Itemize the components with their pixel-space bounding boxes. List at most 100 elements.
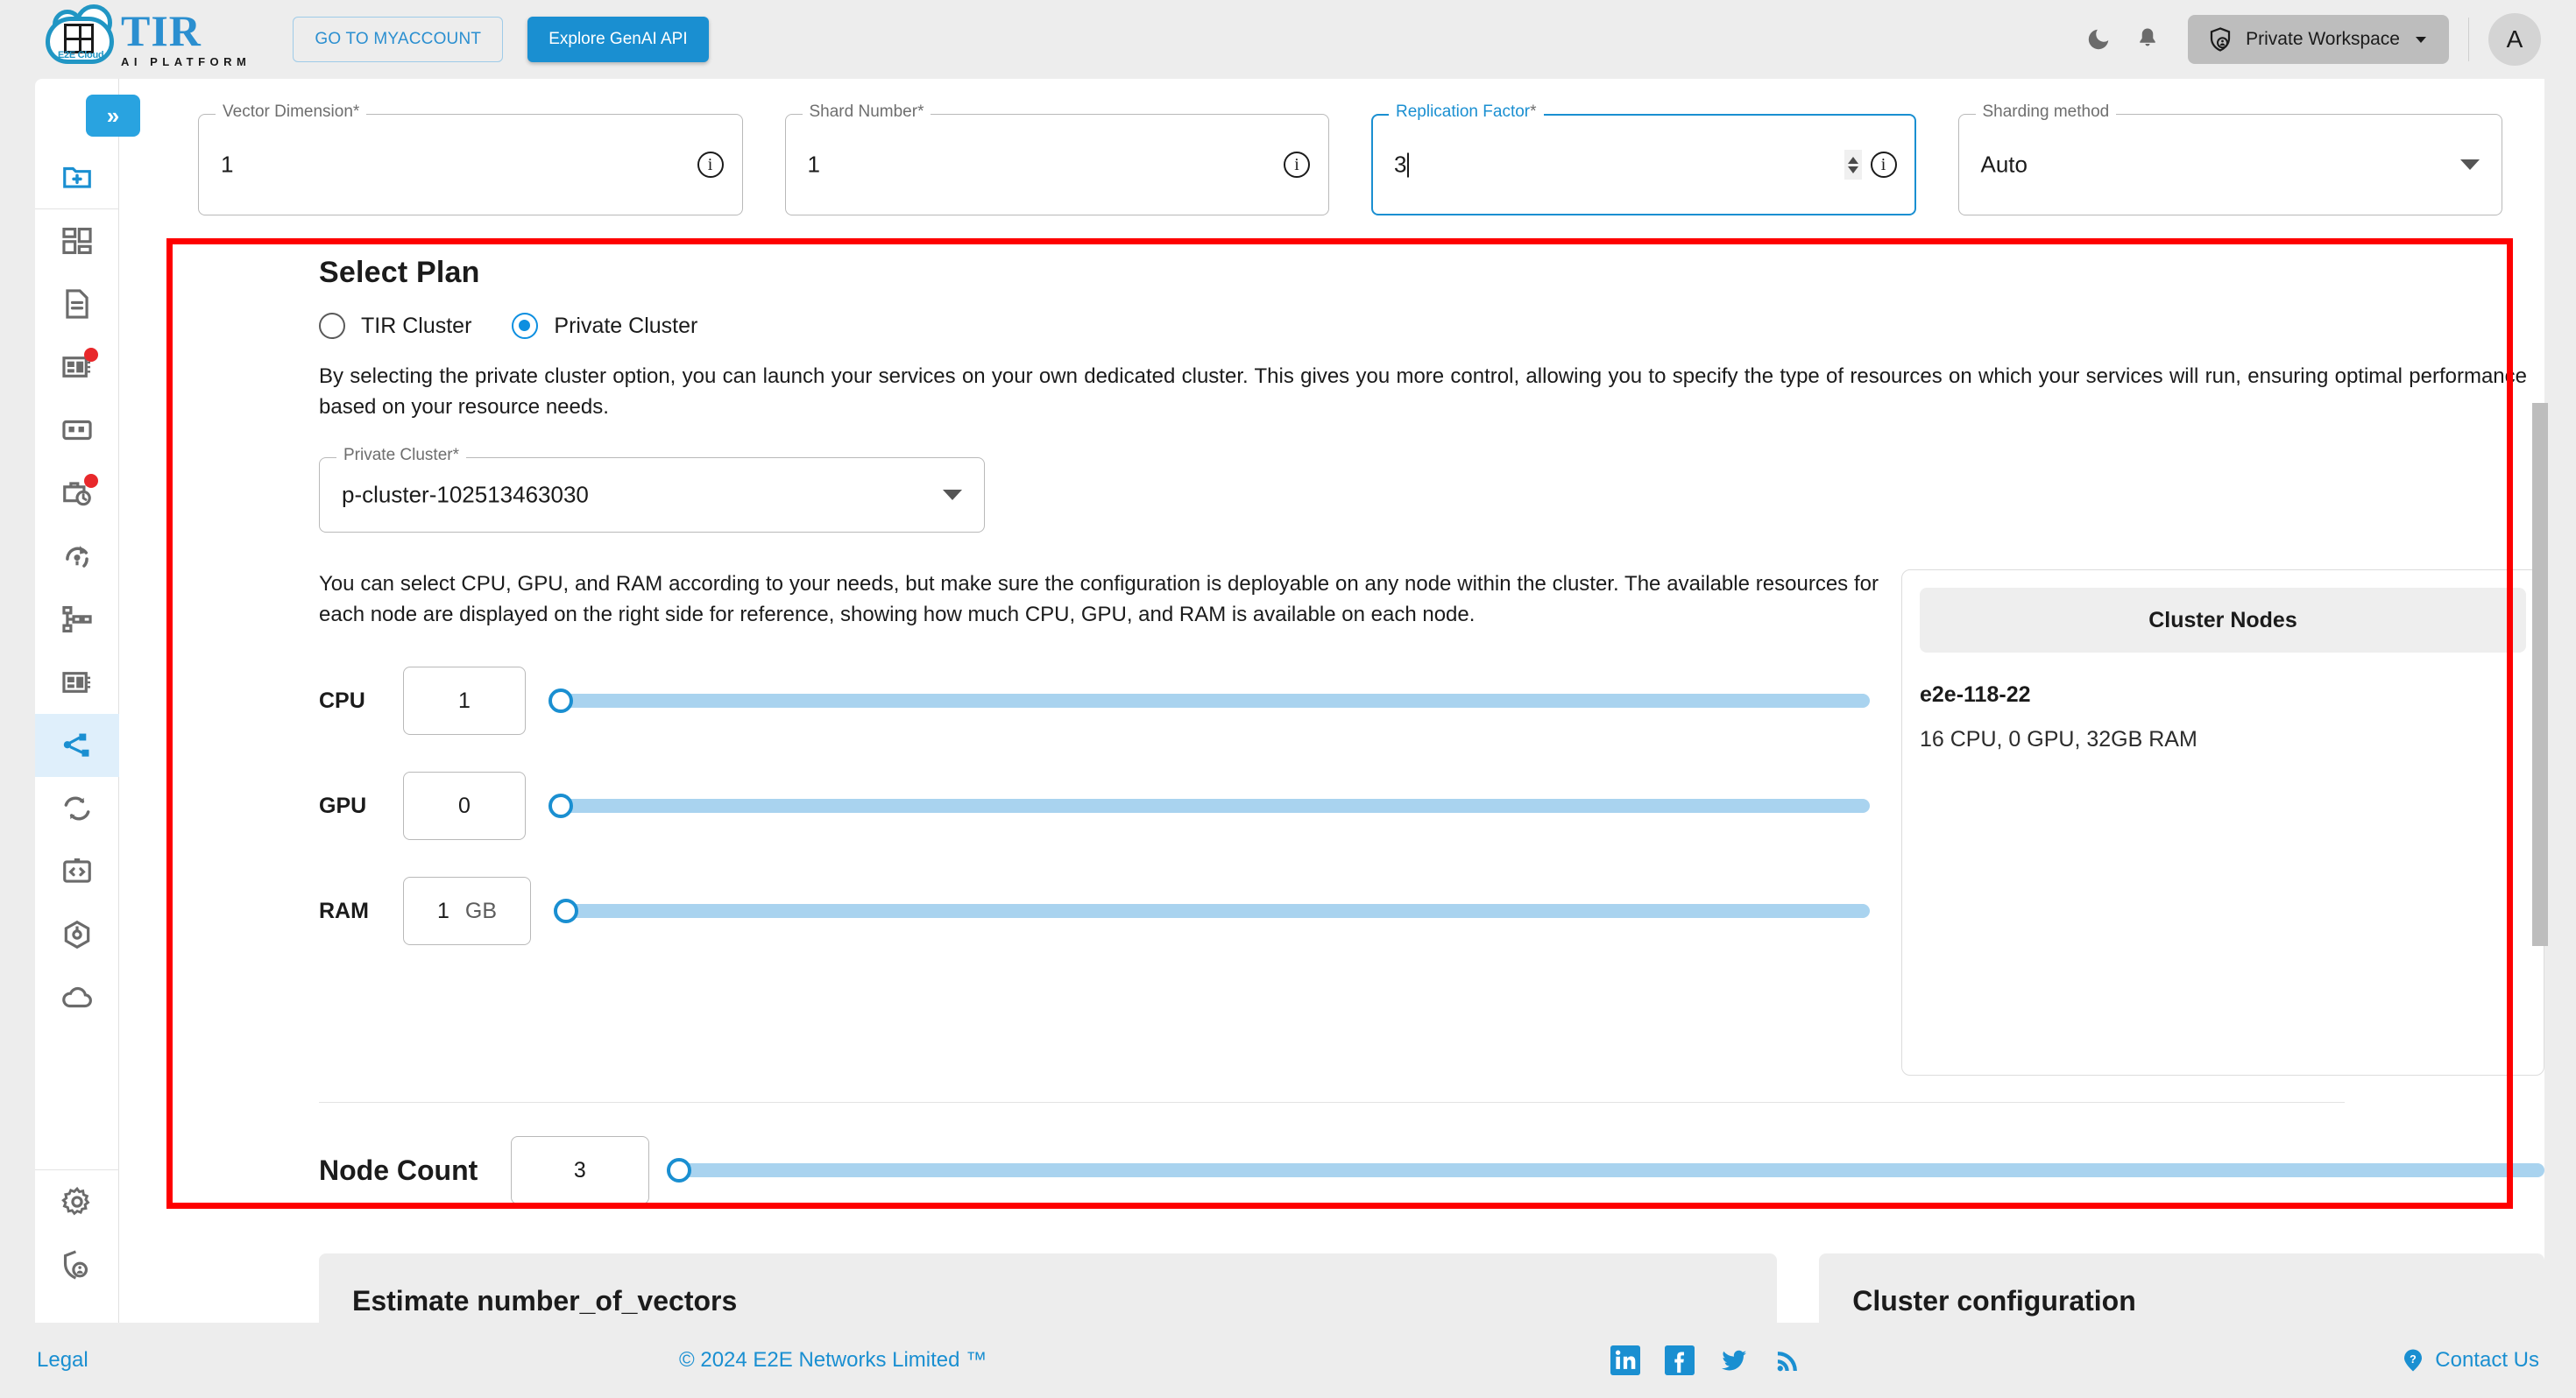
gpu-slider-knob[interactable] [548,794,573,819]
replication-factor-field[interactable]: Replication Factor* 3 i [1371,102,1916,215]
node-count-row: Node Count 3 [119,1103,2544,1205]
page-scrollbar-thumb[interactable] [2532,403,2548,946]
vector-dimension-field[interactable]: Vector Dimension* 1 i [198,102,743,215]
shield-user-icon [63,1250,88,1280]
scroll-content: Vector Dimension* 1 i Shard Number* 1 i … [119,79,2544,1323]
cpu-value-input[interactable]: 1 [403,667,526,736]
sharding-method-field[interactable]: Sharding method Auto [1957,102,2502,215]
node-count-slider[interactable] [667,1158,2544,1183]
logo-title: TIR [121,6,202,56]
cluster-node-spec: 16 CPU, 0 GPU, 32GB RAM [1920,727,2197,752]
dashboard-grid-icon [61,227,92,255]
radio-private-cluster[interactable]: Private Cluster [512,313,738,339]
sidebar-item-pipelines[interactable] [35,525,119,588]
allocation-description: You can select CPU, GPU, and RAM accordi… [319,572,1879,626]
sidebar-item-model-endpoints[interactable] [35,651,119,714]
cluster-node-name: e2e-118-22 [1920,682,2031,708]
sync-arrows-icon [64,796,89,821]
legal-link[interactable]: Legal [37,1348,88,1373]
logo-subtitle: AI PLATFORM [121,54,251,68]
select-plan-section: Select Plan TIR Cluster Private Cluster … [119,215,2544,1077]
ram-value-input[interactable]: 1 GB [403,877,531,946]
main-content: Vector Dimension* 1 i Shard Number* 1 i … [119,79,2544,1323]
sidebar-item-code-clipboard[interactable] [35,840,119,903]
cloud-icon [61,986,92,1008]
ram-label: RAM [319,898,369,923]
resource-allocation-row: You can select CPU, GPU, and RAM accordi… [319,569,2544,1077]
cluster-configuration-card: Cluster configuration RAM 1GB [1819,1253,2544,1323]
info-icon[interactable]: i [697,152,724,178]
ram-slider-knob[interactable] [554,899,578,924]
estimate-vectors-card: Estimate number_of_vectors [319,1253,1778,1323]
sidebar-item-jobs[interactable] [35,462,119,525]
vector-dimension-label: Vector Dimension* [216,102,367,122]
shard-number-label: Shard Number* [802,102,931,122]
sidebar-item-documents[interactable] [35,272,119,335]
plan-radio-group: TIR Cluster Private Cluster [319,313,2544,339]
chevron-down-icon[interactable] [943,490,962,501]
sitemap-icon [61,605,92,633]
sidebar-item-sync[interactable] [35,777,119,840]
cpu-slider-row: CPU 1 [319,667,1879,736]
explore-genai-api-button[interactable]: Explore GenAI API [527,17,709,62]
moon-icon[interactable] [2074,15,2123,64]
app-logo[interactable]: E2E Cloud TIR AI PLATFORM [46,4,251,68]
sidebar-item-datasets[interactable] [35,399,119,462]
bottom-cards: Estimate number_of_vectors Cluster confi… [119,1204,2544,1323]
sidebar-item-model-graph[interactable] [35,588,119,651]
node-count-slider-knob[interactable] [667,1158,691,1183]
contact-us-label[interactable]: Contact Us [2435,1348,2539,1373]
bell-icon[interactable] [2123,15,2172,64]
chevron-down-icon[interactable] [2460,159,2480,170]
notebook-icon [61,672,90,693]
sidebar-item-dashboard[interactable] [35,209,119,272]
copyright-text: © 2024 E2E Networks Limited ™ [679,1348,987,1372]
node-count-input[interactable]: 3 [510,1136,649,1205]
workspace-selector[interactable]: Private Workspace [2188,15,2449,64]
ram-unit: GB [464,898,498,923]
e2e-cloud-logo-icon: E2E Cloud [46,4,114,67]
shield-user-icon [2211,27,2231,52]
sidebar-item-notebooks[interactable] [35,335,119,399]
sidebar-item-security[interactable] [35,1233,119,1296]
cluster-nodes-panel: Cluster Nodes e2e-118-22 16 CPU, 0 GPU, … [1901,569,2544,1077]
sidebar-item-new-project[interactable] [35,145,119,208]
folder-plus-icon [62,166,91,188]
twitter-icon[interactable] [1719,1345,1749,1375]
sidebar-item-vector-db[interactable] [34,714,119,777]
sidebar: » [34,79,140,1323]
divider [2468,18,2469,61]
info-icon[interactable]: i [1870,152,1897,178]
radio-tir-cluster-label: TIR Cluster [361,313,472,338]
shard-number-value: 1 [807,151,820,178]
replication-factor-stepper[interactable] [1844,150,1862,180]
cpu-slider[interactable] [548,688,1870,714]
sidebar-collapse-button[interactable]: » [86,95,140,137]
facebook-icon[interactable] [1665,1345,1695,1375]
private-cluster-value: p-cluster-102513463030 [342,481,589,508]
ram-slider-row: RAM 1 GB [319,877,1879,946]
sidebar-item-settings[interactable] [35,1170,119,1233]
shard-number-field[interactable]: Shard Number* 1 i [784,102,1329,215]
refresh-node-icon [65,546,88,568]
sharding-method-value: Auto [1980,151,2028,178]
cpu-slider-knob[interactable] [548,688,573,714]
sidebar-item-cloud-storage[interactable] [35,966,119,1029]
linkedin-icon[interactable] [1610,1345,1640,1375]
info-icon[interactable]: i [1284,152,1310,178]
go-to-myaccount-button[interactable]: GO TO MYACCOUNT [293,17,504,62]
node-count-label: Node Count [319,1154,478,1186]
ram-slider[interactable] [554,899,1870,924]
rss-icon[interactable] [1773,1345,1803,1375]
gpu-value-input[interactable]: 0 [403,772,526,841]
sidebar-item-containers[interactable] [35,903,119,966]
footer: Legal © 2024 E2E Networks Limited ™ ? Co… [0,1323,2576,1398]
contact-us-link[interactable]: ? Contact Us [2400,1347,2539,1373]
gpu-slider[interactable] [548,794,1870,819]
private-cluster-label: Private Cluster* [336,446,467,466]
radio-tir-cluster[interactable]: TIR Cluster [319,313,512,339]
page-scrollbar-track[interactable] [2532,79,2562,1323]
private-cluster-select[interactable]: Private Cluster* p-cluster-102513463030 [319,446,985,533]
avatar[interactable]: A [2488,13,2541,66]
radio-private-cluster-label: Private Cluster [554,313,698,338]
